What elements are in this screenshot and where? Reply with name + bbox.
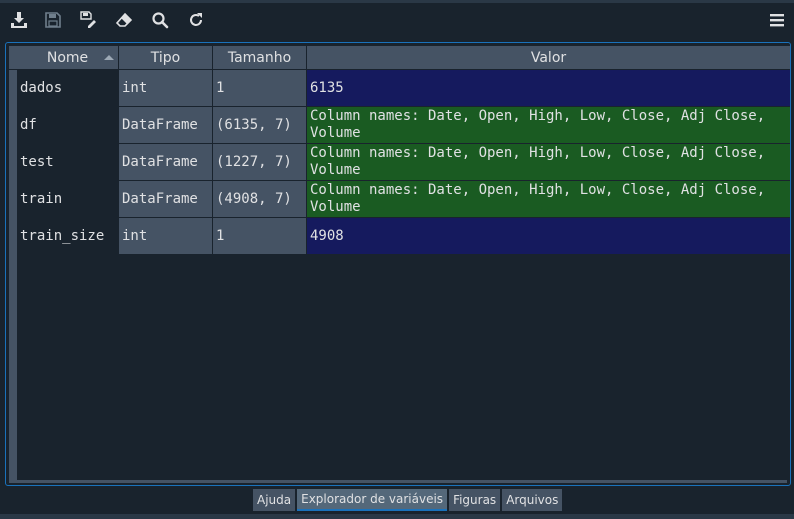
- tab-figures[interactable]: Figuras: [449, 489, 501, 511]
- table-row[interactable]: dados int 1 6135: [17, 70, 790, 107]
- column-header-size-label: Tamanho: [227, 49, 292, 66]
- variable-name-cell[interactable]: test: [17, 144, 119, 181]
- variable-type-cell[interactable]: DataFrame: [119, 107, 213, 144]
- hamburger-menu-icon[interactable]: [767, 10, 787, 30]
- table-body: dados int 1 6135 df DataFrame (6135, 7) …: [17, 70, 790, 255]
- tab-help[interactable]: Ajuda: [253, 489, 296, 511]
- variable-size-cell[interactable]: (1227, 7): [213, 144, 307, 181]
- variable-size-cell[interactable]: 1: [213, 218, 307, 255]
- variable-value-cell[interactable]: Column names: Date, Open, High, Low, Clo…: [307, 107, 790, 144]
- eraser-icon[interactable]: [114, 10, 134, 30]
- sort-ascending-icon: [104, 55, 114, 60]
- column-header-name-label: Nome: [46, 49, 89, 66]
- table-row[interactable]: train_size int 1 4908: [17, 218, 790, 255]
- column-header-type[interactable]: Tipo: [119, 46, 213, 69]
- variable-type-cell[interactable]: DataFrame: [119, 144, 213, 181]
- variable-name-cell[interactable]: train: [17, 181, 119, 218]
- column-header-size[interactable]: Tamanho: [213, 46, 307, 69]
- variable-value-cell[interactable]: Column names: Date, Open, High, Low, Clo…: [307, 181, 790, 218]
- variable-explorer-panel: Nome Tipo Tamanho Valor dados int 1 6135…: [5, 42, 791, 486]
- column-header-name[interactable]: Nome: [17, 46, 119, 69]
- tab-variable-explorer[interactable]: Explorador de variáveis: [297, 489, 448, 511]
- column-header-value[interactable]: Valor: [307, 46, 790, 69]
- column-header-value-label: Valor: [530, 49, 567, 66]
- row-header-column: [9, 70, 17, 480]
- variable-value-cell[interactable]: 6135: [307, 70, 790, 107]
- column-header-type-label: Tipo: [150, 49, 181, 66]
- variable-value-cell[interactable]: Column names: Date, Open, High, Low, Clo…: [307, 144, 790, 181]
- dock-tab-bar: Ajuda Explorador de variáveis Figuras Ar…: [253, 489, 564, 511]
- bottom-border: [0, 514, 794, 519]
- table-row[interactable]: test DataFrame (1227, 7) Column names: D…: [17, 144, 790, 181]
- variable-size-cell[interactable]: 1: [213, 70, 307, 107]
- import-data-icon[interactable]: [9, 10, 29, 30]
- toolbar: [0, 3, 794, 37]
- variable-value-cell[interactable]: 4908: [307, 218, 790, 255]
- table-row[interactable]: train DataFrame (4908, 7) Column names: …: [17, 181, 790, 218]
- variable-name-cell[interactable]: dados: [17, 70, 119, 107]
- save-icon[interactable]: [43, 10, 63, 30]
- horizontal-scrollbar[interactable]: [9, 480, 787, 483]
- refresh-icon[interactable]: [186, 10, 206, 30]
- table-corner: [9, 46, 17, 69]
- variable-type-cell[interactable]: int: [119, 70, 213, 107]
- table-row[interactable]: df DataFrame (6135, 7) Column names: Dat…: [17, 107, 790, 144]
- variable-size-cell[interactable]: (4908, 7): [213, 181, 307, 218]
- variable-type-cell[interactable]: int: [119, 218, 213, 255]
- variable-name-cell[interactable]: df: [17, 107, 119, 144]
- table-header: Nome Tipo Tamanho Valor: [17, 46, 790, 69]
- tab-files[interactable]: Arquivos: [502, 489, 563, 511]
- save-as-icon[interactable]: [78, 10, 98, 30]
- search-icon[interactable]: [150, 10, 170, 30]
- variable-type-cell[interactable]: DataFrame: [119, 181, 213, 218]
- variable-name-cell[interactable]: train_size: [17, 218, 119, 255]
- variable-size-cell[interactable]: (6135, 7): [213, 107, 307, 144]
